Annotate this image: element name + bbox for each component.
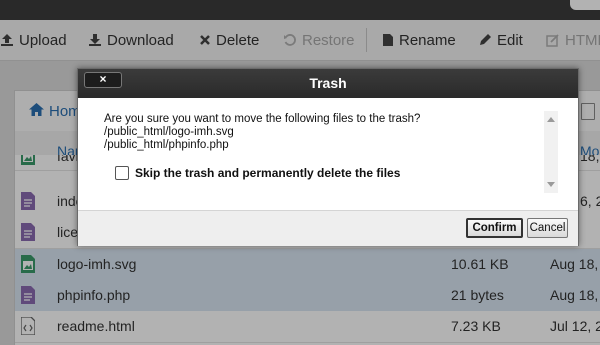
scroll-down-icon[interactable] [547,182,555,187]
dialog-footer: Confirm Cancel [78,210,578,246]
confirm-button[interactable]: Confirm [466,218,523,238]
dialog-message: Are you sure you want to move the follow… [104,113,421,125]
dialog-title: Trash [309,75,347,91]
skip-trash-label: Skip the trash and permanently delete th… [135,166,401,180]
dialog-scrollbar[interactable] [544,111,558,193]
scroll-up-icon[interactable] [547,117,555,122]
dialog-message-block: Are you sure you want to move the follow… [104,113,420,152]
dialog-body: Are you sure you want to move the follow… [78,98,578,210]
close-icon: × [99,72,107,86]
close-button[interactable]: × [84,72,122,88]
cancel-button[interactable]: Cancel [527,218,568,238]
file-path: /public_html/phpinfo.php [104,139,229,151]
dialog-title-bar: Trash × [78,69,578,98]
file-path: /public_html/logo-imh.svg [104,126,234,138]
skip-trash-option[interactable]: Skip the trash and permanently delete th… [115,166,400,180]
trash-dialog: Trash × Are you sure you want to move th… [77,68,579,246]
skip-trash-checkbox[interactable] [115,166,129,180]
